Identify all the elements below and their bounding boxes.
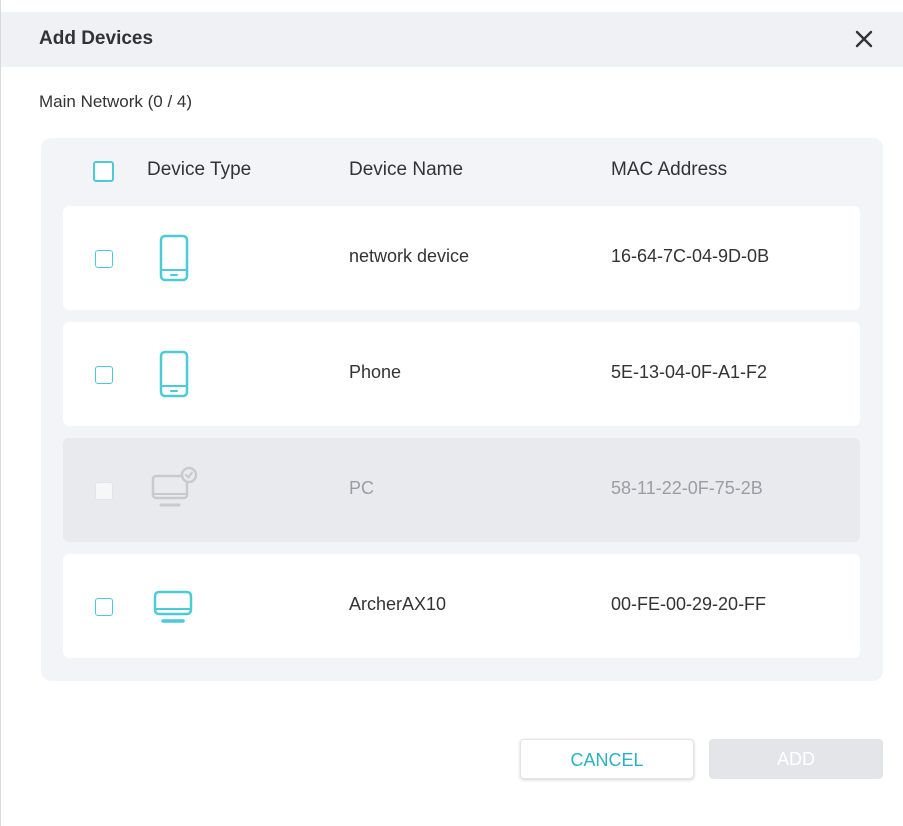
mac-address: 5E-13-04-0F-A1-F2 (611, 362, 768, 382)
mac-address: 00-FE-00-29-20-FF (611, 594, 767, 614)
add-button[interactable]: ADD (709, 739, 883, 779)
row-checkbox[interactable] (95, 250, 113, 268)
row-checkbox[interactable] (95, 598, 113, 616)
device-name: PC (349, 478, 375, 498)
router-icon (149, 580, 201, 632)
pc-icon (149, 464, 201, 516)
mac-address: 58-11-22-0F-75-2B (611, 478, 763, 498)
table-row-disabled: PC 58-11-22-0F-75-2B (63, 438, 860, 542)
select-all-checkbox[interactable] (93, 161, 114, 182)
phone-icon (149, 232, 201, 284)
table-row[interactable]: ArcherAX10 00-FE-00-29-20-FF (63, 554, 860, 658)
table-row[interactable]: Phone 5E-13-04-0F-A1-F2 (63, 322, 860, 426)
column-header-mac-address: MAC Address (611, 159, 728, 180)
row-checkbox[interactable] (95, 366, 113, 384)
column-header-device-type: Device Type (147, 159, 252, 180)
dialog-title: Add Devices (39, 28, 154, 49)
device-name: Phone (349, 362, 402, 382)
cancel-button[interactable]: CANCEL (520, 739, 694, 779)
device-name: network device (349, 246, 470, 266)
column-header-device-name: Device Name (349, 159, 464, 180)
device-name: ArcherAX10 (349, 594, 447, 614)
network-label: Main Network (0 / 4) (39, 92, 193, 111)
row-checkbox (95, 482, 113, 500)
table-header: Device Type Device Name MAC Address (41, 138, 883, 204)
table-row[interactable]: network device 16-64-7C-04-9D-0B (63, 206, 860, 310)
phone-icon (149, 348, 201, 400)
dialog-header: Add Devices (1, 12, 903, 67)
add-devices-dialog: Add Devices Main Network (0 / 4) Device … (0, 0, 903, 826)
mac-address: 16-64-7C-04-9D-0B (611, 246, 770, 266)
device-table: Device Type Device Name MAC Address netw… (41, 138, 883, 681)
close-icon[interactable] (847, 22, 881, 56)
